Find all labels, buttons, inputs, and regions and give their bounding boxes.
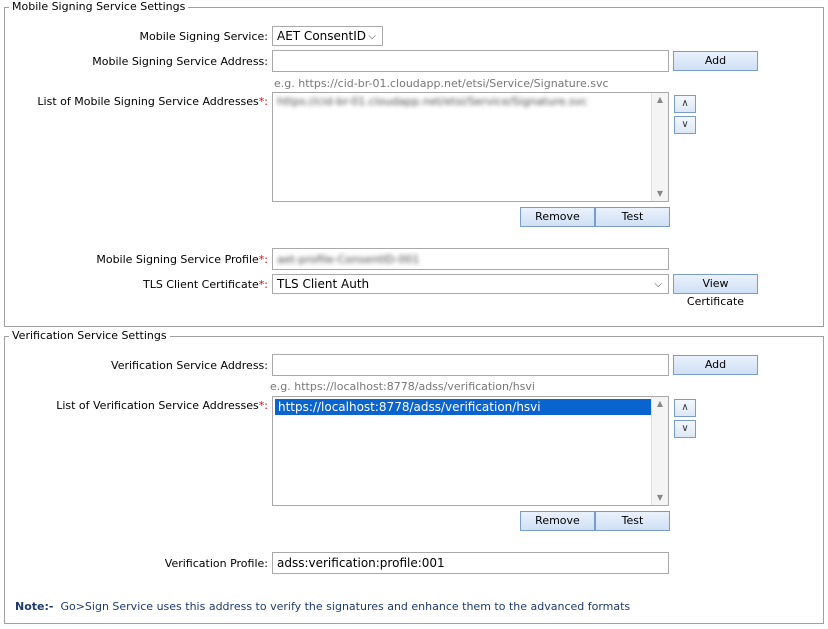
mobile-signing-service-select[interactable]: AET ConsentID ⌵ xyxy=(272,26,383,46)
mobile-profile-label: Mobile Signing Service Profile*: xyxy=(96,253,268,266)
mobile-add-button[interactable]: Add xyxy=(673,51,758,71)
scrollbar[interactable]: ▲ ▼ xyxy=(651,397,668,505)
mobile-signing-service-value: AET ConsentID xyxy=(277,29,366,43)
move-up-button[interactable]: ∧ xyxy=(674,95,696,113)
mobile-test-button[interactable]: Test xyxy=(595,207,670,227)
mobile-profile-label-text: Mobile Signing Service Profile xyxy=(96,253,259,266)
verification-settings-legend: Verification Service Settings xyxy=(9,329,170,342)
verification-remove-button[interactable]: Remove xyxy=(520,511,595,531)
mobile-address-list[interactable]: https://cid-br-01.cloudapp.net/etsi/Serv… xyxy=(272,92,669,202)
mobile-address-hint: e.g. https://cid-br-01.cloudapp.net/etsi… xyxy=(274,77,609,90)
verification-profile-label: Verification Profile: xyxy=(164,557,268,570)
scroll-down-icon[interactable]: ▼ xyxy=(652,187,668,201)
view-certificate-button[interactable]: View Certificate xyxy=(673,274,758,308)
chevron-down-icon: ⌵ xyxy=(368,31,376,42)
chevron-down-icon: ⌵ xyxy=(654,279,662,290)
note: Note:- Go>Sign Service uses this address… xyxy=(15,600,630,613)
mobile-profile-value: aet-profile-ConsentID-001 xyxy=(277,253,420,266)
arrow-up-icon: ∧ xyxy=(681,98,689,109)
move-up-button[interactable]: ∧ xyxy=(674,399,696,417)
mobile-list-label-text: List of Mobile Signing Service Addresses xyxy=(37,95,259,108)
tls-cert-label-text: TLS Client Certificate xyxy=(142,278,259,291)
scrollbar[interactable]: ▲ ▼ xyxy=(651,93,668,201)
scroll-down-icon[interactable]: ▼ xyxy=(652,491,668,505)
move-down-button[interactable]: ∨ xyxy=(674,420,696,438)
verification-address-input[interactable] xyxy=(272,354,669,376)
move-down-button[interactable]: ∨ xyxy=(674,116,696,134)
verification-address-hint: e.g. https://localhost:8778/adss/verific… xyxy=(270,380,535,393)
list-item-text: https://cid-br-01.cloudapp.net/etsi/Serv… xyxy=(277,95,588,108)
tls-cert-select[interactable]: TLS Client Auth ⌵ xyxy=(272,274,669,294)
arrow-down-icon: ∨ xyxy=(681,423,689,434)
mobile-address-label: Mobile Signing Service Address: xyxy=(92,55,268,68)
mobile-address-input[interactable] xyxy=(272,50,669,72)
mobile-profile-input[interactable]: aet-profile-ConsentID-001 xyxy=(272,248,669,270)
mobile-signing-service-label: Mobile Signing Service: xyxy=(139,30,268,43)
tls-cert-label: TLS Client Certificate*: xyxy=(143,278,268,291)
mobile-remove-button[interactable]: Remove xyxy=(520,207,595,227)
required-marker: *: xyxy=(258,278,268,291)
scroll-up-icon[interactable]: ▲ xyxy=(652,93,668,107)
verification-list-label: List of Verification Service Addresses*: xyxy=(56,399,268,412)
verification-test-button[interactable]: Test xyxy=(595,511,670,531)
verification-address-list[interactable]: https://localhost:8778/adss/verification… xyxy=(272,396,669,506)
note-label: Note:- xyxy=(15,600,54,613)
note-text: Go>Sign Service uses this address to ver… xyxy=(60,600,631,613)
mobile-signing-settings-legend: Mobile Signing Service Settings xyxy=(9,0,189,13)
arrow-up-icon: ∧ xyxy=(681,402,689,413)
verification-list-label-text: List of Verification Service Addresses xyxy=(56,399,259,412)
required-marker: *: xyxy=(258,95,268,108)
required-marker: *: xyxy=(258,399,268,412)
arrow-down-icon: ∨ xyxy=(681,119,689,130)
list-item-selected: https://localhost:8778/adss/verification… xyxy=(275,399,651,415)
list-item[interactable]: https://localhost:8778/adss/verification… xyxy=(275,399,651,415)
verification-add-button[interactable]: Add xyxy=(673,355,758,375)
verification-profile-input[interactable] xyxy=(272,552,669,574)
required-marker: *: xyxy=(258,253,268,266)
scroll-up-icon[interactable]: ▲ xyxy=(652,397,668,411)
tls-cert-value: TLS Client Auth xyxy=(277,277,370,291)
mobile-list-label: List of Mobile Signing Service Addresses… xyxy=(37,95,268,108)
list-item[interactable]: https://cid-br-01.cloudapp.net/etsi/Serv… xyxy=(273,93,668,110)
verification-address-label: Verification Service Address: xyxy=(111,359,268,372)
